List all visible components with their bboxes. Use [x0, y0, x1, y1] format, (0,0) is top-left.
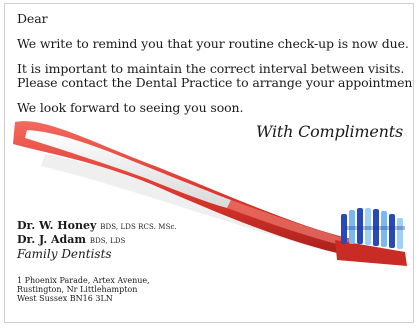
- with-compliments: With Compliments: [255, 122, 403, 141]
- dentist-name: Dr. W. Honey: [17, 219, 97, 232]
- address-line: Rustington, Nr Littlehampton: [17, 285, 138, 294]
- dentist-qualifications: BDS, LDS RCS. MSc.: [100, 223, 177, 231]
- dentist-honey: Dr. W. Honey BDS, LDS RCS. MSc.: [17, 219, 177, 234]
- greeting: Dear: [17, 11, 48, 26]
- address-line: 1 Phoenix Parade, Artex Avenue,: [17, 276, 150, 285]
- contact-line: Please contact the Dental Practice to ar…: [17, 75, 414, 90]
- bristles: [341, 208, 405, 249]
- reminder-line: We write to remind you that your routine…: [17, 36, 409, 51]
- address-line: West Sussex BN16 3LN: [17, 294, 113, 303]
- practice-name: Family Dentists: [17, 247, 112, 261]
- closing-line: We look forward to seeing you soon.: [17, 100, 244, 115]
- dentist-name: Dr. J. Adam: [17, 233, 86, 246]
- reminder-card: Dear We write to remind you that your ro…: [4, 3, 414, 323]
- dentist-qualifications: BDS, LDS: [89, 237, 126, 245]
- interval-line: It is important to maintain the correct …: [17, 61, 405, 76]
- dentist-adam: Dr. J. Adam BDS, LDS: [17, 233, 125, 248]
